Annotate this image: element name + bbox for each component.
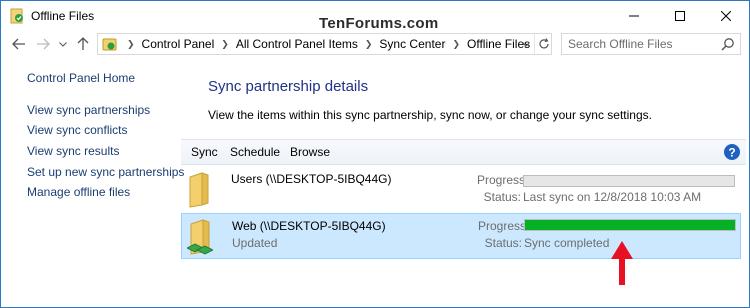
refresh-button[interactable] [534,34,552,54]
minimize-button[interactable] [611,1,657,31]
chevron-down-icon [522,41,530,47]
back-button[interactable] [9,33,29,55]
breadcrumb-control-panel[interactable]: Control Panel [142,37,215,51]
left-navigation-pane: Control Panel Home View sync partnership… [1,59,184,307]
svg-text:?: ? [728,146,735,160]
view-sync-results-link[interactable]: View sync results [27,144,119,158]
status-label: Status: [483,190,521,204]
progress-bar [523,175,735,187]
schedule-button[interactable]: Schedule [230,145,280,159]
toolbar: Sync Schedule Browse ? [181,139,746,165]
close-icon [721,11,731,21]
window-title: Offline Files [31,9,95,23]
page-description: View the items within this sync partners… [208,108,652,122]
address-bar[interactable]: ❯ Control Panel ❯ All Control Panel Item… [97,33,552,55]
breadcrumb-separator-icon: ❯ [364,38,373,49]
minimize-icon [629,15,639,17]
sync-item-web[interactable]: Web (\\DESKTOP-5IBQ44G) Updated Progress… [181,213,741,259]
breadcrumb-separator-icon: ❯ [127,38,135,49]
search-box[interactable] [561,33,741,55]
watermark: TenForums.com [319,15,439,32]
item-name: Users (\\DESKTOP-5IBQ44G) [231,172,392,186]
search-icon[interactable] [721,37,735,51]
navigation-bar: ❯ Control Panel ❯ All Control Panel Item… [1,31,749,57]
setup-sync-partnerships-link[interactable]: Set up new sync partnerships [27,165,184,179]
view-sync-conflicts-link[interactable]: View sync conflicts [27,123,127,137]
progress-label: Progress: [477,173,529,187]
control-panel-icon [102,38,117,51]
help-icon[interactable]: ? [723,143,741,161]
offline-files-app-icon [10,8,23,24]
status-value: Sync completed [524,236,610,250]
network-folder-icon [189,172,209,208]
item-name: Web (\\DESKTOP-5IBQ44G) [232,219,386,233]
refresh-icon [538,38,549,49]
address-dropdown-button[interactable] [518,34,534,54]
recent-locations-button[interactable] [53,33,73,55]
breadcrumb-sync-center[interactable]: Sync Center [379,37,445,51]
chevron-down-icon [59,41,67,47]
forward-arrow-icon [37,38,50,50]
offline-files-window: Offline Files TenForums.com ❯ Control Pa… [0,0,750,308]
view-sync-partnerships-link[interactable]: View sync partnerships [27,103,150,117]
item-subtitle: Updated [232,236,278,250]
main-content: Sync partnership details View the items … [177,59,749,307]
status-label: Status: [484,236,522,250]
back-arrow-icon [12,38,25,50]
network-folder-synced-icon [187,219,213,255]
up-arrow-icon [77,37,89,50]
manage-offline-files-link[interactable]: Manage offline files [27,185,130,199]
annotation-arrow-icon [611,241,633,285]
browse-button[interactable]: Browse [290,145,330,159]
page-title: Sync partnership details [208,78,369,95]
progress-bar [524,219,736,231]
title-bar[interactable]: Offline Files TenForums.com [1,1,749,32]
status-value: Last sync on 12/8/2018 10:03 AM [523,190,702,204]
sync-item-users[interactable]: Users (\\DESKTOP-5IBQ44G) Progress: Stat… [181,167,741,213]
up-button[interactable] [73,33,93,55]
maximize-icon [675,11,685,21]
control-panel-home-link[interactable]: Control Panel Home [27,71,135,85]
breadcrumb-separator-icon: ❯ [221,38,229,49]
progress-fill [525,220,735,230]
sync-button[interactable]: Sync [191,145,218,159]
close-button[interactable] [703,1,749,31]
search-input[interactable] [568,37,718,51]
breadcrumb-all-items[interactable]: All Control Panel Items [236,37,358,51]
forward-button[interactable] [33,33,53,55]
maximize-button[interactable] [657,1,703,31]
breadcrumb-separator-icon: ❯ [452,38,460,49]
breadcrumb: ❯ Control Panel ❯ All Control Panel Item… [120,37,530,51]
progress-label: Progress: [478,219,530,233]
